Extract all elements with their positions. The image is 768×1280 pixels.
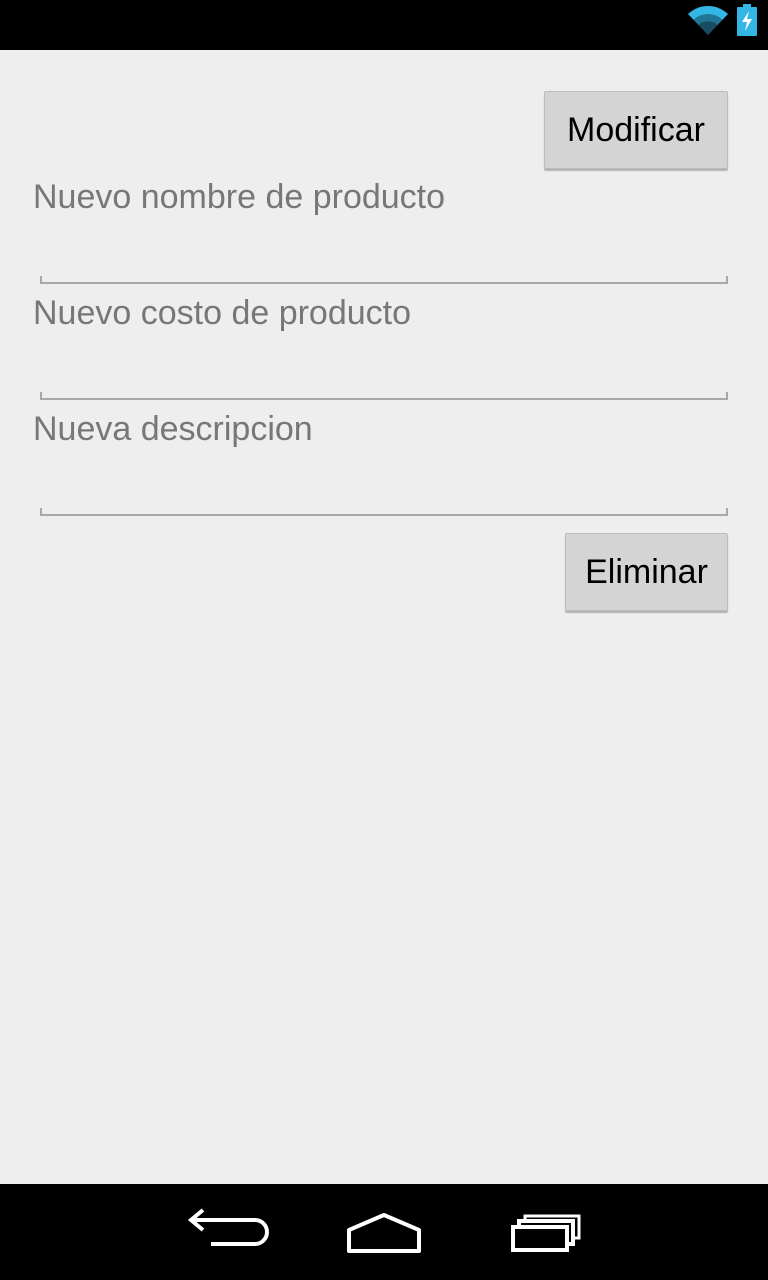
status-bar xyxy=(0,0,768,50)
recents-icon xyxy=(511,1214,581,1252)
battery-charging-icon xyxy=(737,4,757,36)
navigation-bar xyxy=(0,1184,768,1280)
recents-button[interactable] xyxy=(495,1184,595,1280)
product-cost-label: Nuevo costo de producto xyxy=(33,294,412,332)
product-name-underline xyxy=(40,276,728,284)
wifi-icon xyxy=(688,6,728,35)
product-cost-underline xyxy=(40,392,728,400)
home-icon xyxy=(347,1213,421,1253)
modify-button[interactable]: Modificar xyxy=(544,91,728,169)
home-button[interactable] xyxy=(333,1184,435,1280)
product-name-label: Nuevo nombre de producto xyxy=(33,178,446,216)
screen: Modificar Nuevo nombre de producto Nuevo… xyxy=(0,0,768,1280)
delete-button[interactable]: Eliminar xyxy=(565,533,728,611)
description-label: Nueva descripcion xyxy=(33,410,313,448)
description-underline xyxy=(40,508,728,516)
back-icon xyxy=(187,1208,269,1246)
back-button[interactable] xyxy=(175,1184,275,1280)
